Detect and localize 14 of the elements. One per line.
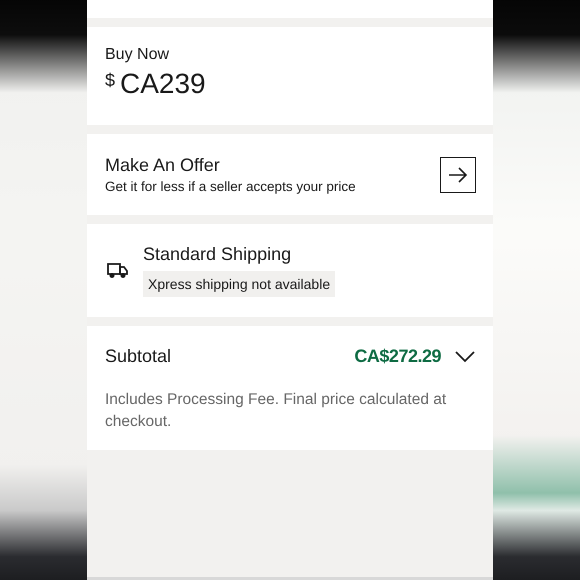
arrow-right-button[interactable]	[440, 156, 476, 192]
truck-icon	[107, 262, 129, 279]
buy-now-price: CA239	[120, 68, 206, 100]
offer-title: Make An Offer	[105, 155, 221, 176]
offer-subtitle: Get it for less if a seller accepts your price	[105, 179, 356, 194]
currency-symbol: $	[105, 70, 116, 91]
buy-now-label: Buy Now	[105, 46, 170, 64]
arrow-right-icon	[448, 166, 468, 182]
subtotal-label: Subtotal	[105, 346, 172, 367]
shipping-title: Standard Shipping	[143, 244, 292, 265]
shipping-note: Xpress shipping not available	[143, 271, 336, 297]
subtotal-amount: CA$272.29	[354, 346, 441, 367]
subtotal-note: Includes Processing Fee. Final price calculated at checkout.	[105, 390, 448, 432]
chevron-down-icon[interactable]	[455, 350, 475, 362]
